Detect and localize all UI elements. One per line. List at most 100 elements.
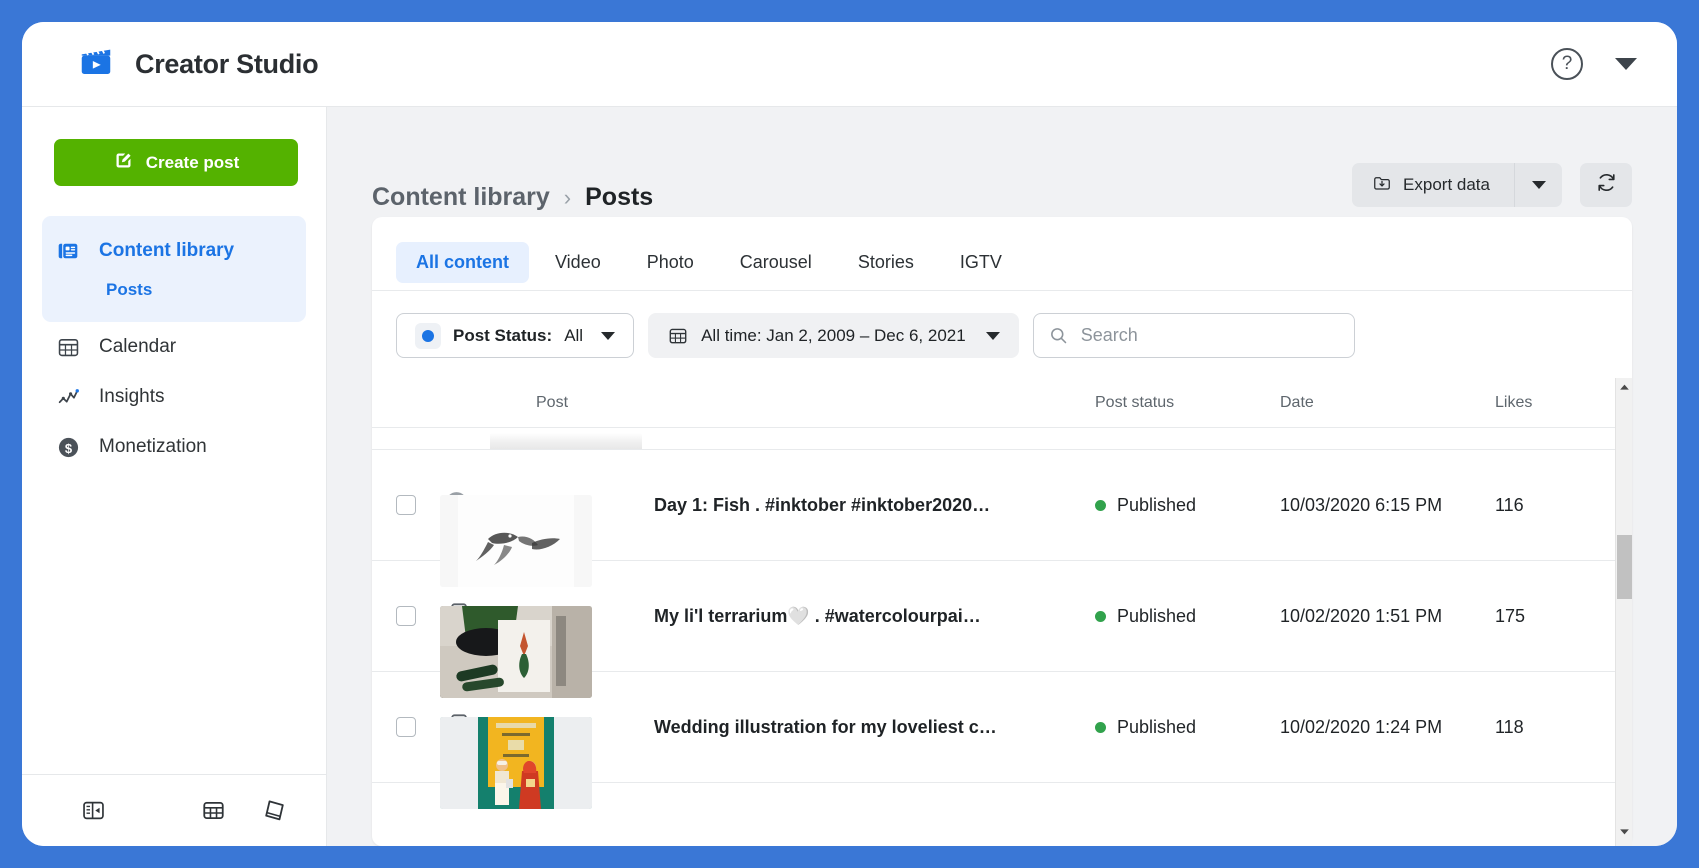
chevron-down-icon	[601, 331, 616, 340]
row-checkbox-cell	[396, 717, 442, 737]
insights-line-chart-icon	[55, 384, 81, 410]
export-data-label: Export data	[1403, 175, 1490, 194]
sidebar-group-content-library: Content library Posts	[42, 216, 306, 322]
row-checkbox-cell	[396, 606, 442, 626]
status-badge: Published	[1117, 494, 1197, 515]
chevron-down-icon	[985, 331, 1000, 340]
help-circle-icon[interactable]: ?	[1551, 48, 1583, 80]
account-chevron-down-icon[interactable]	[1615, 58, 1637, 70]
create-post-button[interactable]: Create post	[54, 139, 298, 186]
post-title[interactable]: Wedding illustration for my loveliest c…	[536, 717, 1095, 738]
sidebar-footer	[22, 774, 326, 846]
row-date-cell: 10/03/2020 6:15 PM	[1280, 494, 1443, 515]
row-checkbox[interactable]	[396, 495, 416, 515]
tab-carousel[interactable]: Carousel	[720, 242, 832, 283]
export-data-button[interactable]: Export data	[1352, 163, 1514, 207]
tab-stories[interactable]: Stories	[838, 242, 934, 283]
refresh-button[interactable]	[1580, 163, 1632, 207]
post-thumbnail[interactable]	[440, 494, 592, 587]
caret-down-icon[interactable]	[1618, 825, 1631, 843]
post-status-filter-label: Post Status:	[453, 325, 553, 345]
sidebar-item-label: Calendar	[99, 336, 177, 357]
app-window: Creator Studio ? Create post Content lib…	[22, 22, 1677, 846]
collapse-sidebar-icon[interactable]	[80, 797, 107, 824]
breadcrumb-parent[interactable]: Content library	[372, 183, 550, 212]
table-row[interactable]: Day 1: Fish . #inktober #inktober2020… P…	[372, 450, 1615, 587]
sidebar: Create post Content library Posts Calend…	[22, 107, 327, 846]
search-input[interactable]	[1080, 325, 1340, 346]
sidebar-item-label: Insights	[99, 386, 165, 407]
caret-up-icon[interactable]	[1618, 381, 1631, 399]
search-icon	[1048, 325, 1069, 346]
row-date-cell: 10/02/2020 1:24 PM	[1280, 716, 1443, 737]
chevron-down-icon	[1531, 181, 1546, 189]
status-dot-icon	[1095, 499, 1106, 511]
sidebar-nav: Content library Posts Calendar Insights …	[22, 216, 326, 472]
status-dot-icon	[1095, 721, 1106, 733]
tab-photo[interactable]: Photo	[627, 242, 714, 283]
post-status-filter[interactable]: Post Status: All	[396, 313, 635, 358]
refresh-icon	[1595, 171, 1618, 199]
row-checkbox-cell	[396, 495, 442, 515]
status-dot-icon	[1095, 610, 1106, 622]
calendar-icon	[55, 334, 81, 360]
compose-icon	[113, 150, 134, 176]
row-checkbox[interactable]	[396, 606, 416, 626]
row-checkbox[interactable]	[396, 717, 416, 737]
sidebar-item-posts[interactable]: Posts	[42, 276, 306, 304]
svg-text:$: $	[64, 440, 72, 455]
post-thumbnail[interactable]	[440, 716, 592, 809]
grid-table-icon[interactable]	[200, 797, 227, 824]
table-row-partial-above	[372, 428, 1615, 450]
top-bar: Creator Studio ?	[22, 22, 1677, 107]
column-header-post-status[interactable]: Post status	[1095, 394, 1280, 412]
row-status-cell: Published	[1095, 717, 1280, 738]
table-area: Post Post status Date Likes Day 1: Fish …	[372, 378, 1615, 846]
breadcrumb-separator: ›	[563, 184, 572, 210]
table-scrollbar[interactable]	[1615, 378, 1632, 846]
search-box[interactable]	[1032, 313, 1355, 358]
book-icon[interactable]	[261, 797, 288, 824]
sidebar-item-calendar[interactable]: Calendar	[22, 322, 326, 372]
app-title: Creator Studio	[135, 48, 319, 79]
content-type-tabs: All content Video Photo Carousel Stories…	[372, 217, 1632, 291]
dollar-circle-icon: $	[55, 434, 81, 460]
content-card: All content Video Photo Carousel Stories…	[372, 217, 1632, 846]
scrollbar-track[interactable]	[1616, 399, 1632, 825]
fish-ink-drawing	[440, 494, 592, 587]
status-badge: Published	[1117, 605, 1197, 626]
sidebar-item-label: Content library	[99, 240, 235, 261]
post-thumbnail[interactable]	[440, 605, 592, 698]
export-options-button[interactable]	[1514, 163, 1562, 207]
filter-bar: Post Status: All All time: Jan 2, 2009 –…	[372, 291, 1632, 378]
status-badge: Published	[1117, 716, 1197, 737]
table-body: Day 1: Fish . #inktober #inktober2020… P…	[372, 428, 1615, 846]
sidebar-item-insights[interactable]: Insights	[22, 372, 326, 422]
date-range-filter[interactable]: All time: Jan 2, 2009 – Dec 6, 2021	[648, 313, 1019, 358]
header-actions: Export data	[1352, 163, 1632, 207]
column-header-post[interactable]: Post	[488, 394, 1095, 412]
column-header-date[interactable]: Date	[1280, 394, 1495, 412]
column-header-likes[interactable]: Likes	[1495, 394, 1615, 412]
post-status-filter-value: All	[564, 325, 584, 345]
sidebar-item-content-library[interactable]: Content library	[42, 226, 306, 276]
tab-all-content[interactable]: All content	[396, 242, 529, 283]
download-folder-icon	[1372, 173, 1392, 198]
tab-video[interactable]: Video	[535, 242, 621, 283]
calendar-icon	[667, 325, 689, 347]
row-date-cell: 10/02/2020 1:51 PM	[1280, 605, 1443, 626]
main-content: Content library › Posts Export data All …	[327, 107, 1677, 846]
row-status-cell: Published	[1095, 495, 1280, 516]
row-likes-cell: 118	[1495, 716, 1524, 737]
sidebar-item-monetization[interactable]: $ Monetization	[22, 422, 326, 472]
post-title[interactable]: My li'l terrarium🤍 . #watercolourpai…	[536, 606, 1095, 627]
post-title[interactable]: Day 1: Fish . #inktober #inktober2020…	[536, 495, 1095, 516]
brand[interactable]: Creator Studio	[77, 43, 319, 86]
page-title: Posts	[585, 183, 654, 211]
scrollbar-thumb[interactable]	[1617, 535, 1632, 600]
date-range-filter-value: All time: Jan 2, 2009 – Dec 6, 2021	[701, 325, 966, 345]
body: Create post Content library Posts Calend…	[22, 107, 1677, 846]
tab-igtv[interactable]: IGTV	[940, 242, 1022, 283]
topbar-actions: ?	[1551, 48, 1637, 80]
